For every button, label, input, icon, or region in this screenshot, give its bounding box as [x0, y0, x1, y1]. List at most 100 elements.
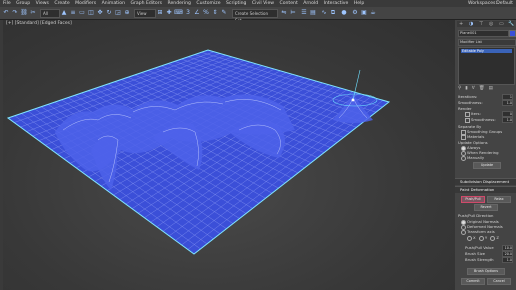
render-smoothness-row: Smoothness:	[465, 117, 496, 123]
utilities-tab-icon[interactable]: 🔧	[508, 21, 514, 27]
push-pull-direction-label: Push/Pull Direction	[458, 213, 494, 218]
brush-strength-label: Brush Strength	[465, 257, 494, 262]
edit-named-selection-icon[interactable]: ✎	[220, 9, 228, 17]
snaps-toggle-icon[interactable]: 3	[184, 9, 192, 17]
undo-icon[interactable]: ↶	[2, 9, 10, 17]
menu-file[interactable]: File	[3, 0, 11, 7]
redo-icon[interactable]: ↷	[11, 9, 19, 17]
schematic-view-icon[interactable]: ⧉	[329, 9, 337, 17]
menu-arnold[interactable]: Arnold	[303, 0, 318, 7]
selection-filter-dropdown[interactable]: All	[40, 9, 60, 18]
materials-checkbox[interactable]	[461, 134, 466, 140]
menu-bar: File Group Views Create Modifiers Animat…	[0, 0, 516, 7]
rendered-frame-window-icon[interactable]: ▣	[360, 9, 368, 17]
menu-interactive[interactable]: Interactive	[324, 0, 349, 7]
menu-views[interactable]: Views	[36, 0, 49, 7]
brush-options-button[interactable]: Brush Options	[467, 268, 505, 275]
percent-snap-icon[interactable]: %	[202, 9, 210, 17]
relax-button[interactable]: Relax	[487, 196, 511, 203]
axis-y-radio[interactable]	[478, 235, 484, 241]
materials-row: Materials	[461, 134, 484, 140]
create-tab-icon[interactable]: +	[459, 21, 463, 27]
align-icon[interactable]: ⊨	[289, 9, 297, 17]
render-smoothness-spinner[interactable]: 1.0	[502, 117, 513, 123]
display-tab-icon[interactable]: ▭	[499, 21, 504, 27]
menu-group[interactable]: Group	[16, 0, 30, 7]
render-iters-label: Iters:	[471, 111, 481, 116]
modifier-stack-item[interactable]: Editable Poly	[461, 49, 512, 53]
revert-button[interactable]: Revert	[474, 204, 498, 211]
axis-x-radio[interactable]	[467, 235, 472, 241]
menu-scripting[interactable]: Scripting	[226, 0, 246, 7]
move-icon[interactable]: ✥	[96, 9, 104, 17]
angle-snap-icon[interactable]: ∠	[193, 9, 201, 17]
menu-animation[interactable]: Animation	[102, 0, 125, 7]
transform-axis-row: Transform axis	[461, 229, 495, 235]
materials-label: Materials	[467, 134, 485, 139]
update-manually-radio[interactable]	[461, 155, 466, 161]
spinner-snap-icon[interactable]: ⇕	[211, 9, 219, 17]
pivot-center-icon[interactable]: ⊞	[156, 9, 164, 17]
modify-tab-icon[interactable]: ◑	[469, 21, 473, 27]
perspective-viewport[interactable]: [+] [Standard] [Edged Faces]	[3, 20, 455, 290]
cancel-button[interactable]: Cancel	[487, 278, 511, 285]
menu-help[interactable]: Help	[354, 0, 364, 7]
select-manipulate-icon[interactable]: ✚	[165, 9, 173, 17]
modifier-list-dropdown[interactable]: Modifier List	[458, 39, 516, 46]
workspace-dropdown[interactable]: Default	[496, 0, 513, 7]
layer-explorer-icon[interactable]: ▤	[309, 9, 317, 17]
select-by-name-icon[interactable]: ≡	[69, 9, 77, 17]
curve-editor-icon[interactable]: ∿	[320, 9, 328, 17]
main-toolbar: ↶ ↷ ⛓ ✂ All ▲ ≡ ▭ ◫ ✥ ↻ ◲ ⊕ View ⊞ ✚ ⌨ 3…	[0, 7, 516, 23]
rectangle-select-icon[interactable]: ▭	[78, 9, 86, 17]
smoothness-spinner[interactable]: 1.0	[502, 100, 513, 106]
axis-y-label: Y	[484, 235, 489, 240]
render-setup-icon[interactable]: ⚙	[351, 9, 359, 17]
paint-deformation-rollout[interactable]: Paint Deformation	[455, 186, 516, 193]
make-unique-icon[interactable]: ∀	[472, 86, 479, 91]
menu-graph-editors[interactable]: Graph Editors	[130, 0, 162, 7]
brush-strength-spinner[interactable]: 1.0	[502, 257, 513, 263]
render-iters-row: Iters:	[465, 111, 481, 117]
modifier-stack: Editable Poly	[458, 47, 515, 85]
scene-explorer-icon[interactable]: ☰	[300, 9, 308, 17]
unlink-icon[interactable]: ✂	[29, 9, 37, 17]
place-icon[interactable]: ⊕	[123, 9, 131, 17]
reference-coordinate-dropdown[interactable]: View	[134, 9, 156, 18]
render-iters-checkbox[interactable]	[465, 111, 470, 117]
menu-create[interactable]: Create	[54, 0, 69, 7]
remove-modifier-icon[interactable]: 🗑	[479, 86, 489, 91]
menu-modifiers[interactable]: Modifiers	[75, 0, 96, 7]
keyboard-shortcut-icon[interactable]: ⌨	[174, 9, 183, 17]
viewport-canvas[interactable]	[3, 20, 455, 290]
scale-icon[interactable]: ◲	[114, 9, 122, 17]
rotate-icon[interactable]: ↻	[105, 9, 113, 17]
render-production-icon[interactable]: ☕	[369, 9, 377, 17]
update-manually-label: Manually	[467, 155, 485, 160]
commit-button[interactable]: Commit	[461, 278, 485, 285]
subdivision-displacement-rollout[interactable]: Subdivision Displacement	[455, 178, 516, 185]
workspaces-label: Workspaces:	[467, 1, 497, 6]
axis-z-radio[interactable]	[490, 235, 496, 241]
render-smoothness-checkbox[interactable]	[465, 117, 470, 123]
menu-customize[interactable]: Customize	[196, 0, 220, 7]
object-color-swatch[interactable]	[509, 30, 516, 37]
axis-row: X Y Z	[467, 235, 500, 241]
menu-civil-view[interactable]: Civil View	[252, 0, 274, 7]
menu-rendering[interactable]: Rendering	[167, 0, 190, 7]
hierarchy-tab-icon[interactable]: ⊤	[479, 21, 483, 27]
update-button[interactable]: Update	[473, 162, 501, 169]
select-object-icon[interactable]: ▲	[60, 9, 68, 17]
window-crossing-icon[interactable]: ◫	[87, 9, 95, 17]
menu-content[interactable]: Content	[280, 0, 298, 7]
push-pull-button[interactable]: Push/Pull	[461, 196, 485, 203]
link-icon[interactable]: ⛓	[20, 9, 28, 17]
mirror-icon[interactable]: ⇋	[280, 9, 288, 17]
transform-axis-radio[interactable]	[461, 229, 466, 235]
named-selection-set-field[interactable]: Create Selection Set	[232, 9, 278, 23]
terrain-mesh[interactable]	[6, 49, 391, 255]
motion-tab-icon[interactable]: ◎	[489, 21, 493, 27]
configure-modifier-sets-icon[interactable]: ▤	[489, 86, 497, 91]
material-editor-icon[interactable]: ●	[340, 9, 348, 17]
object-name-field[interactable]: Plane001	[458, 30, 509, 37]
